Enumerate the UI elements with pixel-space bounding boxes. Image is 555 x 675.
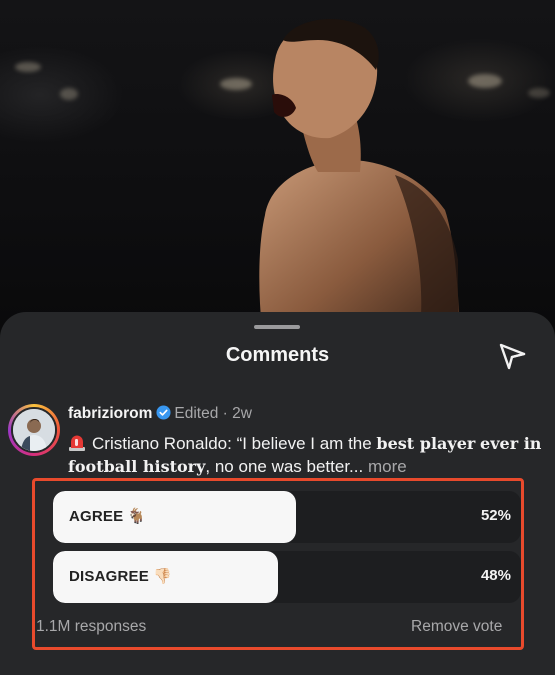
comment-edited: Edited [174, 405, 219, 422]
poll-response-count[interactable]: 1.1M responses [36, 618, 146, 636]
siren-icon [69, 435, 85, 451]
poll-option-agree[interactable]: AGREE 🐐 52% [53, 491, 521, 543]
verified-badge-icon [156, 405, 171, 420]
poll-option-disagree[interactable]: DISAGREE 👎🏻 48% [53, 551, 521, 603]
poll-option-label: DISAGREE 👎🏻 [69, 568, 172, 585]
comment-age: 2w [232, 405, 252, 422]
poll-option-percent: 48% [480, 567, 511, 584]
comment-text: Cristiano Ronaldo: “I believe I am the b… [68, 432, 548, 478]
goat-emoji-icon: 🐐 [127, 508, 147, 525]
background-photo [0, 0, 555, 330]
comment-author[interactable]: fabriziorom [68, 405, 152, 422]
sheet-grabber[interactable] [254, 325, 300, 329]
send-icon[interactable] [497, 341, 527, 371]
comment-text-suffix: , no one was better... [205, 457, 364, 476]
comment-text-bold-1: best player [376, 434, 476, 453]
remove-vote-button[interactable]: Remove vote [411, 618, 502, 636]
poll-option-percent: 52% [480, 507, 511, 524]
more-link[interactable]: more [368, 457, 407, 476]
thumbs-down-icon: 👎🏻 [152, 568, 172, 585]
avatar-story-ring[interactable] [8, 404, 60, 456]
avatar[interactable] [11, 407, 57, 453]
meta-separator: · [222, 405, 228, 422]
player-silhouette [259, 18, 460, 330]
comment-text-prefix: Cristiano Ronaldo: “I believe I am the [92, 434, 377, 453]
sheet-title: Comments [225, 344, 330, 366]
poll-option-label: AGREE 🐐 [69, 508, 147, 525]
comment-header: fabriziorom Edited · 2w [68, 405, 252, 423]
